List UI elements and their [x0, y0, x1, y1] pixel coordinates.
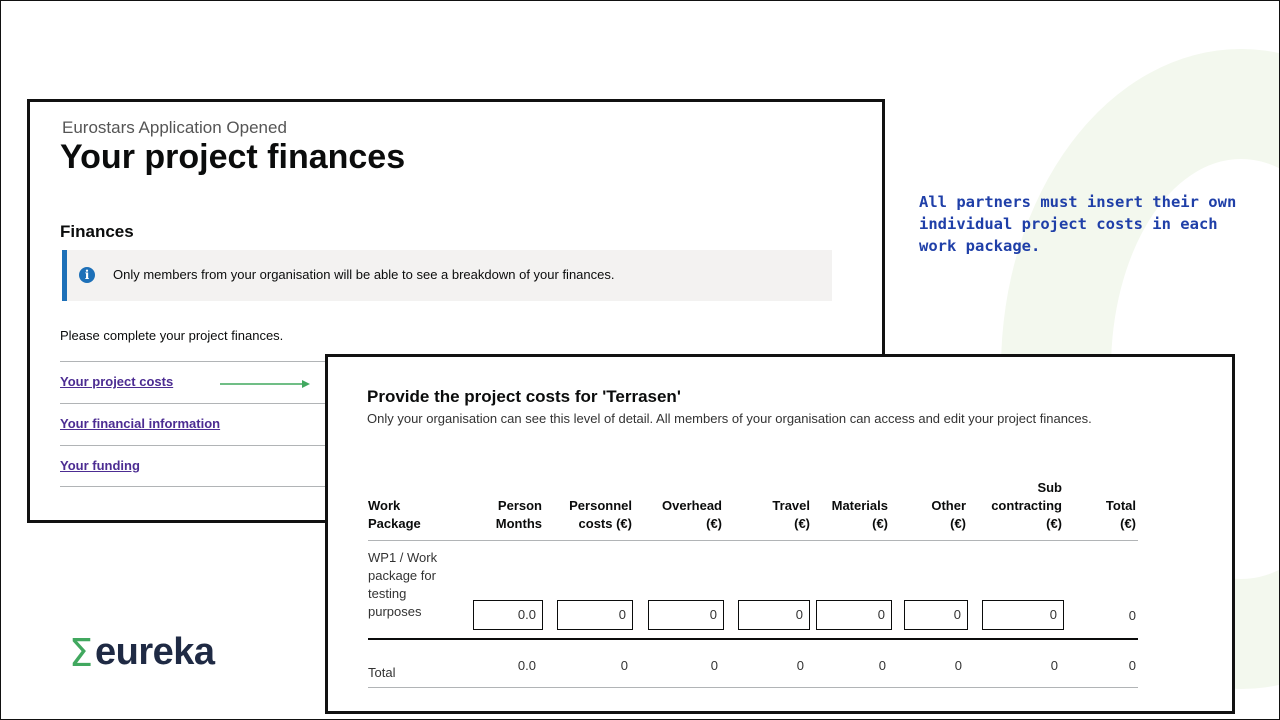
total-person-months: 0.0 — [517, 658, 536, 673]
slide: Eurostars Application Opened Your projec… — [0, 0, 1280, 720]
instruction-text: Please complete your project finances. — [60, 328, 284, 343]
project-costs-screenshot: Provide the project costs for 'Terrasen'… — [325, 354, 1235, 714]
subcontracting-input[interactable]: 0 — [982, 600, 1064, 630]
funding-link[interactable]: Your funding — [60, 458, 140, 473]
link-row: Your funding — [60, 445, 360, 487]
total-travel: 0 — [796, 658, 804, 673]
column-header-other: Other (€) — [931, 498, 966, 531]
materials-input[interactable]: 0 — [816, 600, 892, 630]
info-icon: i — [79, 267, 95, 283]
sigma-logo-icon: Σ — [69, 630, 94, 675]
totals-label: Total — [368, 665, 396, 680]
column-header-subcontracting: Sub contracting (€) — [991, 480, 1062, 531]
work-package-label: WP1 / Work package for testing purposes — [368, 550, 438, 619]
page-subtitle: Eurostars Application Opened — [62, 118, 287, 137]
row-total-value: 0 — [1128, 608, 1136, 623]
footer-divider — [368, 687, 1138, 688]
costs-title: Provide the project costs for 'Terrasen' — [367, 387, 681, 406]
total-personnel-costs: 0 — [620, 658, 628, 673]
link-row: Your financial information — [60, 403, 360, 445]
section-heading: Finances — [60, 222, 134, 241]
info-notice: i Only members from your organisation wi… — [62, 250, 832, 301]
column-header-personnel-costs: Personnel costs (€) — [569, 498, 632, 531]
financial-information-link[interactable]: Your financial information — [60, 416, 220, 431]
arrow-right-icon — [220, 380, 310, 388]
total-other: 0 — [954, 658, 962, 673]
header-divider — [368, 540, 1138, 541]
column-header-materials: Materials (€) — [831, 498, 888, 531]
link-row: Your project costs — [60, 361, 360, 403]
project-costs-link[interactable]: Your project costs — [60, 374, 173, 389]
notice-text: Only members from your organisation will… — [113, 267, 615, 282]
page-title: Your project finances — [60, 138, 406, 176]
column-header-person-months: Person Months — [495, 498, 542, 531]
column-header-work-package: Work Package — [368, 498, 421, 531]
total-subcontracting: 0 — [1050, 658, 1058, 673]
total-materials: 0 — [878, 658, 886, 673]
logo-wordmark: eureka — [95, 631, 215, 673]
eureka-logo: Σ eureka — [69, 631, 215, 674]
person-months-input[interactable]: 0.0 — [473, 600, 543, 630]
costs-description: Only your organisation can see this leve… — [367, 411, 1092, 426]
column-header-travel: Travel (€) — [772, 498, 810, 531]
other-input[interactable]: 0 — [904, 600, 968, 630]
total-overhead: 0 — [710, 658, 718, 673]
travel-input[interactable]: 0 — [738, 600, 810, 630]
finance-links: Your project costs Your financial inform… — [60, 361, 360, 487]
annotation-note: All partners must insert their own indiv… — [919, 193, 1237, 255]
column-header-total: Total (€) — [1105, 498, 1136, 531]
personnel-costs-input[interactable]: 0 — [557, 600, 633, 630]
grand-total: 0 — [1128, 658, 1136, 673]
column-header-overhead: Overhead (€) — [662, 498, 722, 531]
row-divider — [368, 638, 1138, 640]
overhead-input[interactable]: 0 — [648, 600, 724, 630]
